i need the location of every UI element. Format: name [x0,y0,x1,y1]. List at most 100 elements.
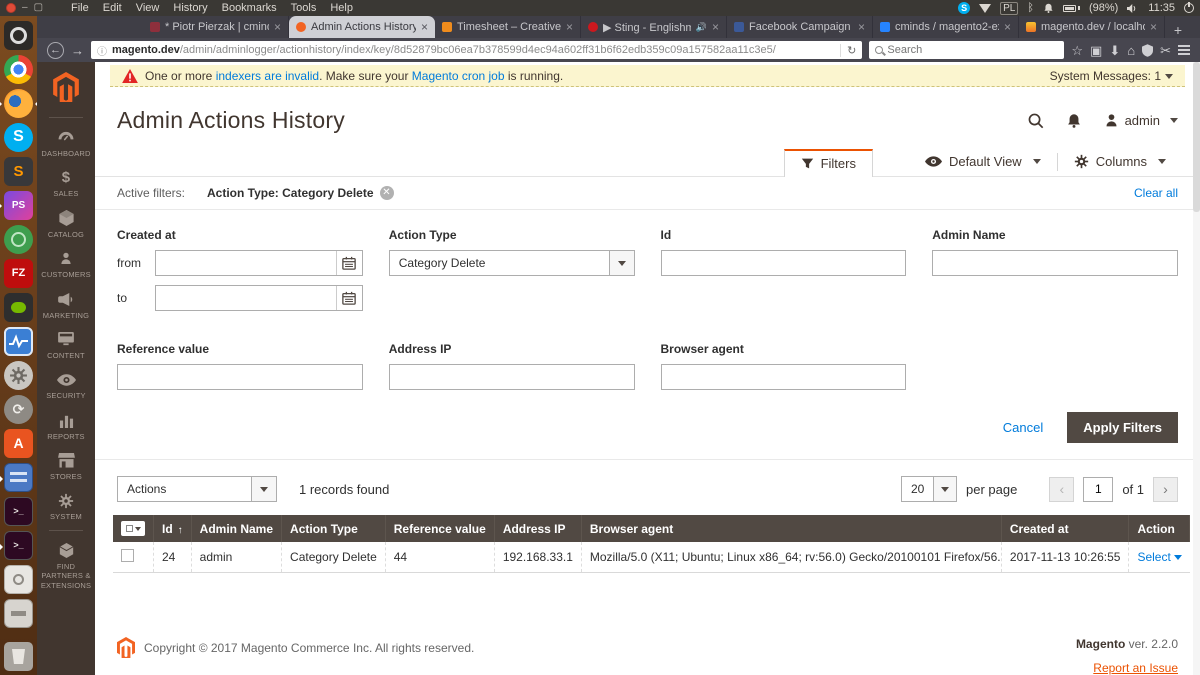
sidebar-item-marketing[interactable]: MARKETING [37,286,95,326]
bookmark-star-icon[interactable]: ☆ [1071,44,1083,57]
search-bar[interactable] [869,41,1064,59]
tab-close-icon[interactable]: × [1004,20,1011,34]
menu-file[interactable]: File [71,2,89,14]
bluetooth-icon[interactable]: ᛒ [1027,2,1034,14]
tab-sting-video[interactable]: ▶ Sting - Englishma 🔊 × [581,16,727,38]
report-issue-link[interactable]: Report an Issue [1093,661,1178,675]
admin-user-menu[interactable]: admin [1104,113,1178,128]
url-bar[interactable]: ⓘ magento.dev /admin/adminlogger/actionh… [91,41,862,59]
clock[interactable]: 11:35 [1148,2,1175,14]
tab-audio-icon[interactable]: 🔊 [696,22,707,33]
screenshot-tool-icon[interactable]: ✂ [1160,44,1171,57]
privacy-shield-icon[interactable] [1142,44,1153,57]
notifications-bell-icon[interactable] [1043,2,1054,14]
sidebar-item-security[interactable]: SECURITY [37,366,95,406]
indexers-link[interactable]: indexers are invalid [216,69,319,83]
id-input[interactable] [661,250,907,276]
menu-edit[interactable]: Edit [103,2,122,14]
column-header-address-ip[interactable]: Address IP [494,515,581,542]
actions-select[interactable]: Actions [117,476,277,502]
reference-input[interactable] [117,364,363,390]
columns-dropdown[interactable]: Columns [1058,148,1182,176]
launcher-firefox[interactable] [4,89,33,118]
tab-close-icon[interactable]: × [858,20,865,34]
tab-timesheet[interactable]: Timesheet – Creative M × [435,16,581,38]
browser-menu-icon[interactable] [1178,45,1190,55]
tab-close-icon[interactable]: × [566,20,573,34]
back-icon[interactable]: ← [47,42,64,59]
sidebar-item-customers[interactable]: CUSTOMERS [37,245,95,285]
sidebar-item-content[interactable]: CONTENT [37,326,95,366]
launcher-removable-drive[interactable] [4,599,33,628]
downloads-icon[interactable]: ⬇ [1109,44,1120,57]
admin-name-input[interactable] [932,250,1178,276]
tab-close-icon[interactable]: × [274,20,281,34]
select-arrow[interactable] [252,476,277,502]
skype-tray-icon[interactable]: S [958,2,970,14]
launcher-terminal-2[interactable]: >_ [4,531,33,560]
sidebar-item-sales[interactable]: $ SALES [37,164,95,204]
calendar-button[interactable] [336,286,362,310]
cancel-button[interactable]: Cancel [1003,420,1043,435]
maximize-window-icon[interactable]: ▢ [34,3,43,13]
select-all-header[interactable] [113,515,154,542]
volume-icon[interactable] [1127,3,1139,14]
launcher-ubuntu-software[interactable]: A [4,429,33,458]
global-search-icon[interactable] [1027,112,1044,129]
tab-close-icon[interactable]: × [1150,20,1157,34]
default-view-dropdown[interactable]: Default View [909,148,1057,176]
launcher-phpstorm[interactable]: PS [4,191,33,220]
browser-agent-input[interactable] [661,364,907,390]
sidebar-item-system[interactable]: SYSTEM [37,487,95,527]
tab-piotr-pierzak[interactable]: * Piotr Pierzak | cminds × [143,16,289,38]
site-info-icon[interactable]: ⓘ [97,43,107,58]
new-tab-button[interactable]: + [1165,22,1191,38]
close-window-icon[interactable] [6,3,16,13]
filters-tab[interactable]: Filters [784,149,873,177]
tab-magento-dev[interactable]: magento.dev / localho × [1019,16,1165,38]
tab-close-icon[interactable]: × [421,20,428,34]
calendar-button[interactable] [336,251,362,275]
launcher-chrome[interactable] [4,55,33,84]
menu-history[interactable]: History [173,2,207,14]
keyboard-layout-indicator[interactable]: PL [1000,2,1018,15]
launcher-skype[interactable]: S [4,123,33,152]
launcher-terminal[interactable]: >_ [4,497,33,526]
menu-help[interactable]: Help [330,2,353,14]
cron-job-link[interactable]: Magento cron job [412,69,505,83]
clear-all-link[interactable]: Clear all [1134,186,1178,200]
column-header-created-at[interactable]: Created at [1001,515,1129,542]
system-messages-toggle[interactable]: System Messages: 1 [1050,69,1173,83]
pocket-icon[interactable]: ▣ [1090,44,1102,57]
magento-logo[interactable] [53,72,79,107]
scrollbar-thumb[interactable] [1193,62,1200,212]
forward-icon[interactable]: → [71,44,84,57]
sidebar-item-reports[interactable]: REPORTS [37,407,95,447]
row-select-cell[interactable] [113,542,154,573]
next-page-button[interactable]: › [1153,477,1178,502]
action-type-select[interactable]: Category Delete [389,250,635,276]
home-icon[interactable]: ⌂ [1127,44,1135,57]
tab-bitbucket-repo[interactable]: cminds / magento2-ex × [873,16,1019,38]
page-number-input[interactable] [1083,477,1113,502]
launcher-file-cabinet[interactable] [4,463,33,492]
launcher-green-app[interactable] [4,225,33,254]
created-at-to-input[interactable] [156,286,336,310]
launcher-filezilla[interactable]: FZ [4,259,33,288]
sidebar-item-dashboard[interactable]: DASHBOARD [37,124,95,164]
column-header-action-type[interactable]: Action Type [282,515,386,542]
menu-bookmarks[interactable]: Bookmarks [222,2,277,14]
remove-filter-icon[interactable]: ✕ [380,186,394,200]
column-header-reference[interactable]: Reference value [385,515,494,542]
row-checkbox[interactable] [121,549,134,562]
wifi-icon[interactable] [979,4,991,13]
tab-close-icon[interactable]: × [712,20,719,34]
column-header-admin-name[interactable]: Admin Name [191,515,281,542]
launcher-nvidia-settings[interactable] [4,293,33,322]
power-icon[interactable] [1184,3,1194,13]
column-header-id[interactable]: Id↑ [154,515,192,542]
sidebar-item-find-partners[interactable]: FIND PARTNERS & EXTENSIONS [37,537,95,596]
row-select-action[interactable]: Select [1137,550,1170,564]
minimize-window-icon[interactable]: – [22,3,28,13]
launcher-system-settings[interactable] [4,361,33,390]
